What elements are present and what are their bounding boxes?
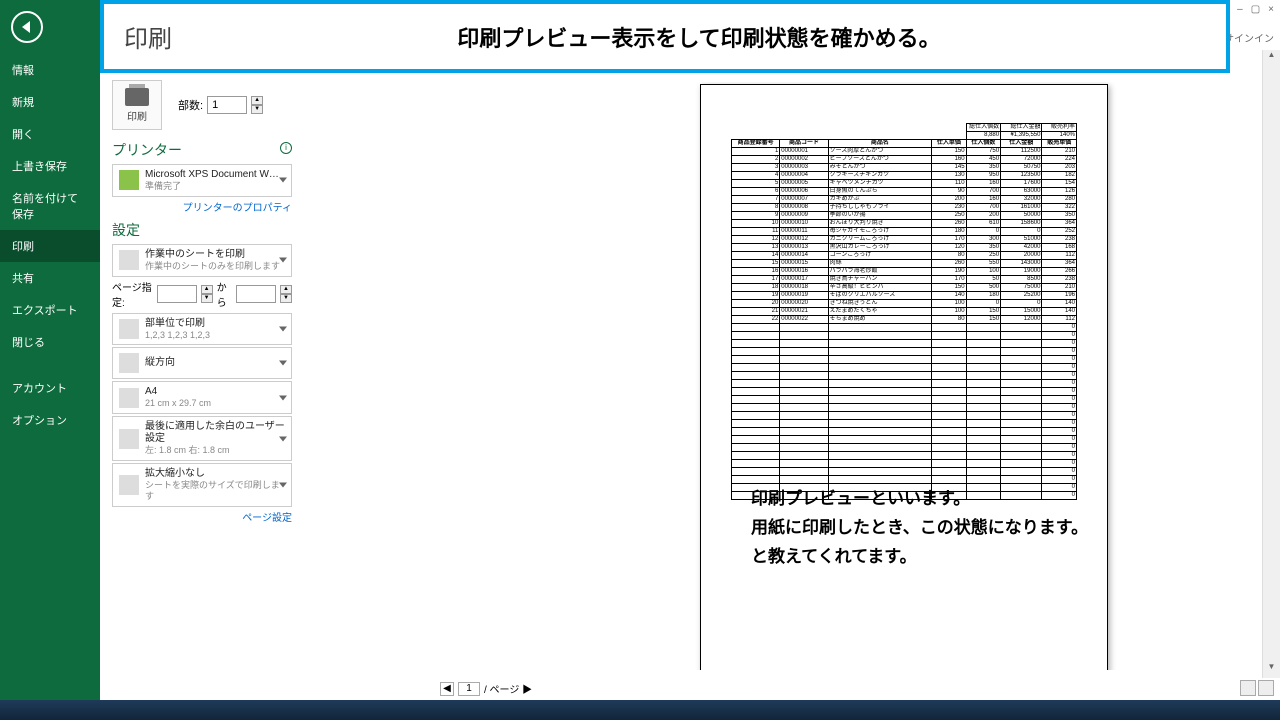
back-arrow-icon	[22, 21, 30, 33]
zoom-button[interactable]	[1258, 680, 1274, 696]
sidebar-item-共有[interactable]: 共有	[0, 262, 100, 294]
orientation-select[interactable]: 縦方向	[112, 347, 292, 379]
collate-select[interactable]: 部単位で印刷1,2,3 1,2,3 1,2,3	[112, 313, 292, 346]
sidebar-item-印刷[interactable]: 印刷	[0, 230, 100, 262]
copies-label: 部数:	[178, 97, 203, 113]
settings-section-label: 設定	[112, 220, 292, 240]
scaling-select[interactable]: 拡大縮小なしシートを実際のサイズで印刷します	[112, 463, 292, 507]
printer-select[interactable]: Microsoft XPS Document W…準備完了	[112, 164, 292, 197]
sidebar-item-情報[interactable]: 情報	[0, 54, 100, 86]
sidebar-item-新規[interactable]: 新規	[0, 86, 100, 118]
page-icon	[119, 388, 139, 408]
banner-message: 印刷プレビュー表示をして印刷状態を確かめる。	[172, 21, 1226, 53]
sidebar-item-名前を付けて保存[interactable]: 名前を付けて保存	[0, 182, 100, 230]
page-total: / ページ ▶	[484, 681, 532, 696]
page-nav: ◀ / ページ ▶	[440, 681, 532, 696]
instruction-banner: 印刷 印刷プレビュー表示をして印刷状態を確かめる。	[100, 0, 1230, 73]
portrait-icon	[119, 353, 139, 373]
page-title: 印刷	[124, 19, 172, 54]
sidebar-item-上書き保存[interactable]: 上書き保存	[0, 150, 100, 182]
prev-page-button[interactable]: ◀	[440, 682, 454, 696]
page-from-input[interactable]	[157, 285, 197, 303]
margins-icon	[119, 429, 139, 449]
info-icon[interactable]: i	[280, 142, 292, 154]
fit-page-button[interactable]	[1240, 680, 1256, 696]
preview-page: 総仕入個数総仕入金額販売利率8,880¥1,395,550140% 商品登録番号…	[700, 84, 1108, 670]
taskbar	[0, 700, 1280, 720]
chevron-down-icon	[279, 178, 287, 183]
margins-select[interactable]: 最後に適用した余白のユーザー設定左: 1.8 cm 右: 1.8 cm	[112, 416, 292, 461]
scaling-icon	[119, 475, 139, 495]
paper-size-select[interactable]: A421 cm x 29.7 cm	[112, 381, 292, 414]
print-preview-area: 総仕入個数総仕入金額販売利率8,880¥1,395,550140% 商品登録番号…	[420, 82, 1260, 670]
annotation-text: 印刷プレビューといいます。 用紙に印刷したとき、この状態になります。 と教えてく…	[751, 485, 1088, 572]
sidebar-item-閉じる[interactable]: 閉じる	[0, 326, 100, 358]
scroll-down-icon[interactable]: ▼	[1263, 662, 1280, 678]
copies-input[interactable]	[207, 96, 247, 114]
sidebar-item-アカウント[interactable]: アカウント	[0, 372, 100, 404]
printer-section-label: プリンター i	[112, 140, 292, 160]
sidebar-item-エクスポート[interactable]: エクスポート	[0, 294, 100, 326]
preview-table: 総仕入個数総仕入金額販売利率8,880¥1,395,550140% 商品登録番号…	[731, 123, 1077, 500]
print-button[interactable]: 印刷	[112, 80, 162, 130]
page-number-input[interactable]	[458, 682, 480, 696]
sidebar-item-オプション[interactable]: オプション	[0, 404, 100, 436]
back-button[interactable]	[0, 0, 54, 54]
printer-properties-link[interactable]: プリンターのプロパティ	[112, 199, 292, 214]
vertical-scrollbar[interactable]: ▲ ▼	[1262, 50, 1280, 678]
print-what-select[interactable]: 作業中のシートを印刷作業中のシートのみを印刷します	[112, 244, 292, 277]
page-setup-link[interactable]: ページ設定	[112, 509, 292, 524]
page-to-input[interactable]	[236, 285, 276, 303]
scroll-up-icon[interactable]: ▲	[1263, 50, 1280, 66]
page-range-label: ページ指定:	[112, 279, 153, 309]
backstage-sidebar: 情報新規開く上書き保存名前を付けて保存印刷共有エクスポート閉じる アカウントオプ…	[0, 0, 100, 700]
zoom-controls	[1240, 680, 1274, 696]
printer-device-icon	[119, 170, 139, 190]
copies-spinner[interactable]: ▲▼	[251, 96, 263, 114]
sidebar-item-開く[interactable]: 開く	[0, 118, 100, 150]
sheets-icon	[119, 250, 139, 270]
collate-icon	[119, 319, 139, 339]
printer-icon	[125, 88, 149, 106]
